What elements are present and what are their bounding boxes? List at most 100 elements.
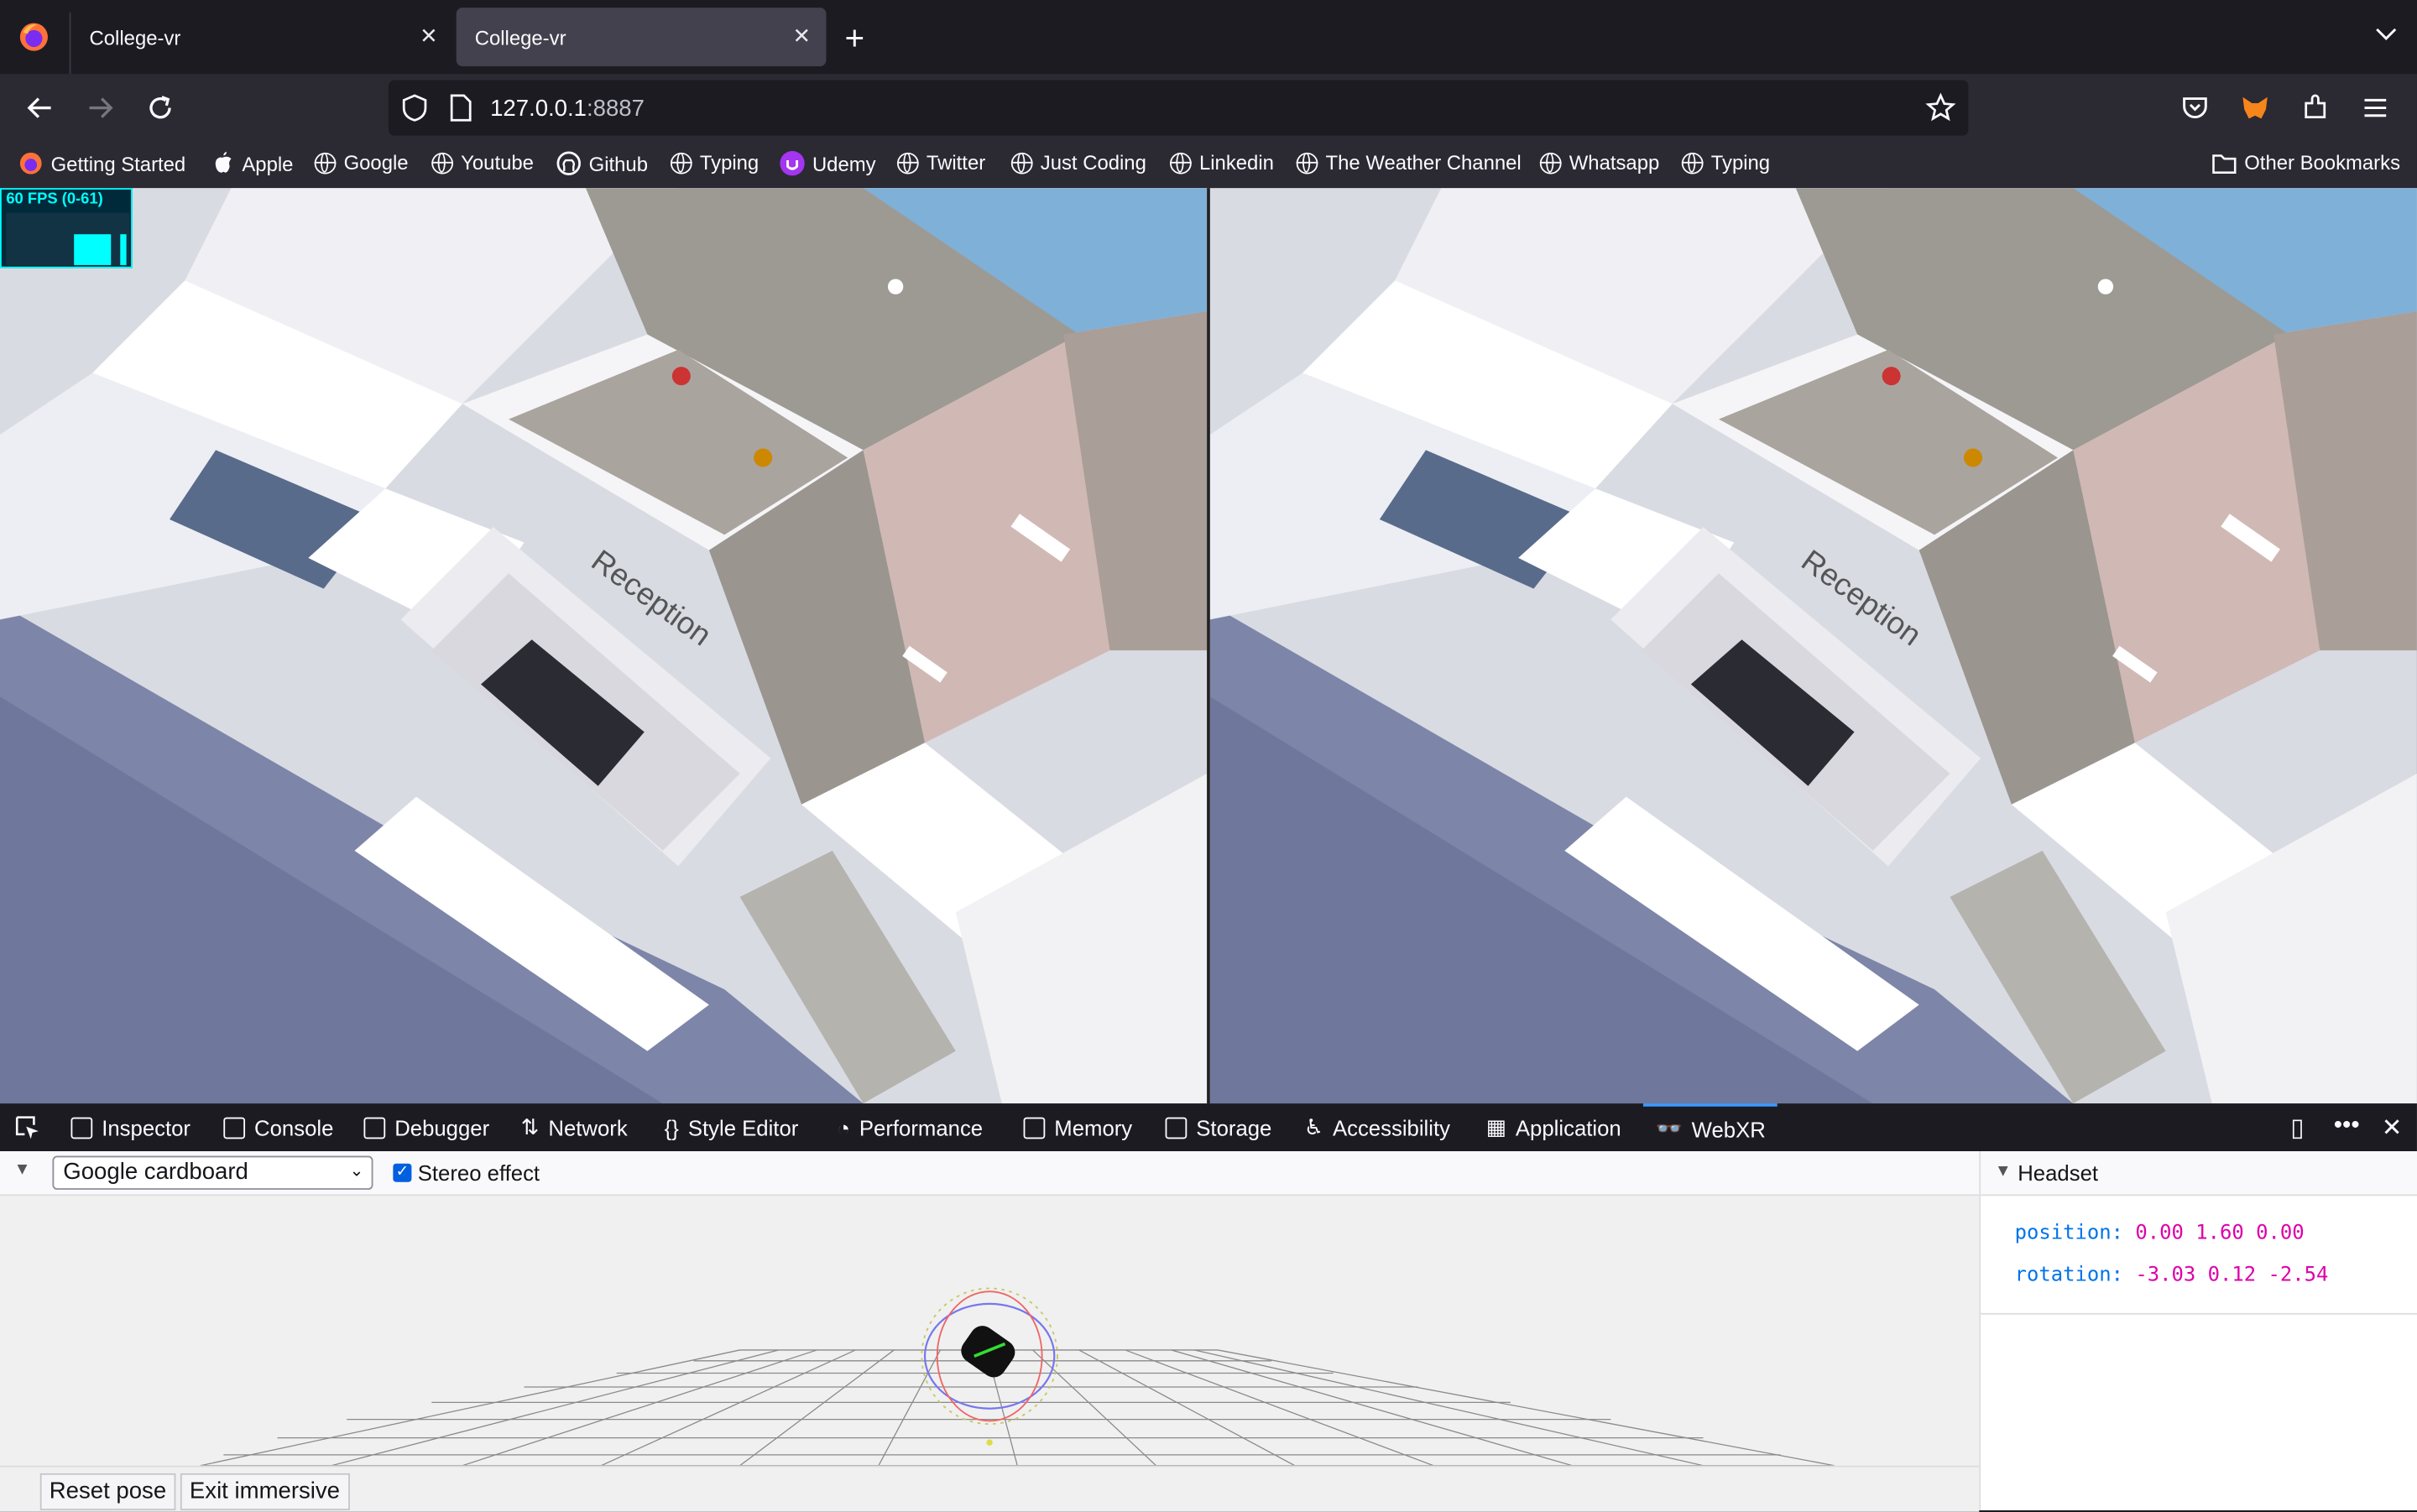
bookmark-label: Whatsapp xyxy=(1569,150,1660,175)
bookmark-udemy[interactable]: Udemy xyxy=(780,150,876,176)
devtools-tab-console[interactable]: Console xyxy=(223,1103,333,1151)
address-bar[interactable]: 127.0.0.1:8887 xyxy=(388,80,1969,136)
collapse-arrow-icon[interactable]: ▼ xyxy=(14,1160,31,1179)
bookmark-typing-2[interactable]: Typing xyxy=(1681,150,1771,175)
dock-icon[interactable]: ▯ xyxy=(2290,1113,2304,1144)
webxr-viewport[interactable]: Reception 60 FPS (0-61) Reception xyxy=(0,188,2417,1104)
fps-meter: 60 FPS (0-61) xyxy=(0,188,133,269)
devtools-tab-storage[interactable]: Storage xyxy=(1165,1103,1272,1151)
globe-icon xyxy=(431,151,453,174)
bookmark-star-icon[interactable] xyxy=(1925,92,1956,131)
menu-icon[interactable] xyxy=(2357,90,2394,127)
url-port: :8887 xyxy=(586,95,645,123)
style-editor-icon: {} xyxy=(664,1114,679,1140)
collapse-arrow-icon[interactable]: ▼ xyxy=(1995,1162,2012,1181)
other-bookmarks[interactable]: Other Bookmarks xyxy=(2212,151,2400,175)
element-picker-icon[interactable] xyxy=(14,1114,42,1147)
devtools-tab-debugger[interactable]: Debugger xyxy=(363,1103,489,1151)
bookmark-label: Linkedin xyxy=(1198,150,1274,175)
close-icon[interactable]: ✕ xyxy=(420,23,438,50)
headset-header[interactable]: ▼ Headset xyxy=(1981,1151,2417,1197)
exit-immersive-button[interactable]: Exit immersive xyxy=(180,1473,350,1510)
tab-title: College-vr xyxy=(89,26,181,50)
bookmark-label: The Weather Channel xyxy=(1325,150,1522,175)
left-eye-view: Reception 60 FPS (0-61) xyxy=(0,188,1208,1104)
metamask-icon[interactable] xyxy=(2237,90,2273,127)
headset-position-row: position: 0.00 1.60 0.00 xyxy=(2015,1223,2305,1246)
device-select[interactable]: Google cardboard ⌄ xyxy=(52,1155,373,1190)
devtools-tab-accessibility[interactable]: ♿ Accessibility xyxy=(1304,1103,1450,1151)
pocket-icon[interactable] xyxy=(2176,90,2213,127)
bookmark-label: Typing xyxy=(1710,150,1771,175)
scene-render: Reception xyxy=(1209,188,2417,1104)
tab-label: Storage xyxy=(1196,1114,1272,1140)
bookmark-just-coding[interactable]: Just Coding xyxy=(1010,151,1146,175)
headset-rotation-row: rotation: -3.03 0.12 -2.54 xyxy=(2015,1264,2329,1287)
close-icon[interactable]: ✕ xyxy=(793,23,812,50)
devtools-tab-memory[interactable]: Memory xyxy=(1023,1103,1132,1151)
url-text[interactable]: 127.0.0.1:8887 xyxy=(490,96,645,122)
globe-icon xyxy=(1296,151,1318,174)
webxr-toolbar: ▼ Google cardboard ⌄ ✓ Stereo effect xyxy=(0,1151,1980,1197)
application-icon: ▦ xyxy=(1485,1113,1506,1139)
globe-icon xyxy=(1681,151,1704,174)
scene-render: Reception xyxy=(0,188,1208,1104)
bookmark-weather-channel[interactable]: The Weather Channel xyxy=(1296,150,1522,175)
folder-icon xyxy=(2212,154,2237,174)
emulator-3d-scene[interactable] xyxy=(0,1196,1979,1467)
bookmark-twitter[interactable]: Twitter xyxy=(896,151,985,175)
position-value[interactable]: 0.00 1.60 0.00 xyxy=(2135,1223,2304,1246)
bookmark-whatsapp[interactable]: Whatsapp xyxy=(1539,150,1660,175)
position-label: position: xyxy=(2014,1222,2123,1246)
bookmark-youtube[interactable]: Youtube xyxy=(431,151,534,175)
devtools-tab-style-editor[interactable]: {} Style Editor xyxy=(665,1103,799,1151)
devtools-tab-webxr[interactable]: 👓 WebXR xyxy=(1642,1103,1778,1151)
forward-button[interactable] xyxy=(81,90,118,127)
extensions-icon[interactable] xyxy=(2297,90,2334,127)
page-icon[interactable] xyxy=(450,94,472,129)
more-options-icon[interactable]: ••• xyxy=(2334,1113,2360,1140)
list-all-tabs-icon[interactable] xyxy=(2374,22,2399,55)
checkbox-checked-icon[interactable]: ✓ xyxy=(393,1163,412,1182)
divider xyxy=(1981,1312,2417,1315)
globe-icon xyxy=(1010,151,1033,174)
inspector-icon xyxy=(70,1116,93,1139)
tab-label: Performance xyxy=(859,1114,984,1140)
tab-title: College-vr xyxy=(474,26,566,50)
bookmark-label: Getting Started xyxy=(50,151,186,175)
tab-label: Console xyxy=(254,1114,334,1140)
stereo-effect-checkbox[interactable]: ✓ Stereo effect xyxy=(393,1160,540,1185)
devtools-tab-inspector[interactable]: Inspector xyxy=(70,1103,191,1151)
debugger-icon xyxy=(363,1116,386,1139)
reload-button[interactable] xyxy=(142,90,179,127)
reset-pose-button[interactable]: Reset pose xyxy=(39,1473,176,1510)
globe-icon xyxy=(670,151,692,174)
stereo-effect-label: Stereo effect xyxy=(417,1160,540,1186)
devtools-tab-network[interactable]: ⇅ Network xyxy=(521,1103,628,1151)
new-tab-button[interactable]: + xyxy=(845,18,865,59)
close-devtools-icon[interactable]: ✕ xyxy=(2382,1113,2403,1144)
bookmark-apple[interactable]: Apple xyxy=(212,151,293,175)
devtools-tab-performance[interactable]: ◔ Performance xyxy=(837,1103,983,1151)
tab-college-vr-2[interactable]: College-vr ✕ xyxy=(456,8,827,66)
bookmark-getting-started[interactable]: Getting Started xyxy=(18,151,185,175)
fps-graph xyxy=(6,212,130,265)
udemy-icon xyxy=(780,150,805,176)
tab-college-vr-1[interactable]: College-vr ✕ xyxy=(70,8,453,66)
devtools-tab-application[interactable]: ▦ Application xyxy=(1486,1103,1621,1151)
tab-label: WebXR xyxy=(1691,1116,1766,1142)
bookmark-google[interactable]: Google xyxy=(314,151,409,175)
firefox-icon[interactable] xyxy=(18,22,50,53)
back-button[interactable] xyxy=(22,90,59,127)
bookmark-typing[interactable]: Typing xyxy=(670,150,760,175)
performance-icon: ◔ xyxy=(837,1114,850,1140)
tab-label: Style Editor xyxy=(687,1114,799,1140)
shield-icon[interactable] xyxy=(402,94,427,129)
bookmark-label: Typing xyxy=(699,150,760,175)
rotation-value[interactable]: -3.03 0.12 -2.54 xyxy=(2135,1264,2328,1287)
bookmark-label: Github xyxy=(588,151,648,175)
devtools-panel: Inspector Console Debugger ⇅ Network {} St… xyxy=(0,1103,2417,1512)
bookmark-linkedin[interactable]: Linkedin xyxy=(1170,151,1274,175)
bookmark-github[interactable]: Github xyxy=(556,151,648,175)
device-select-value: Google cardboard xyxy=(63,1159,248,1186)
